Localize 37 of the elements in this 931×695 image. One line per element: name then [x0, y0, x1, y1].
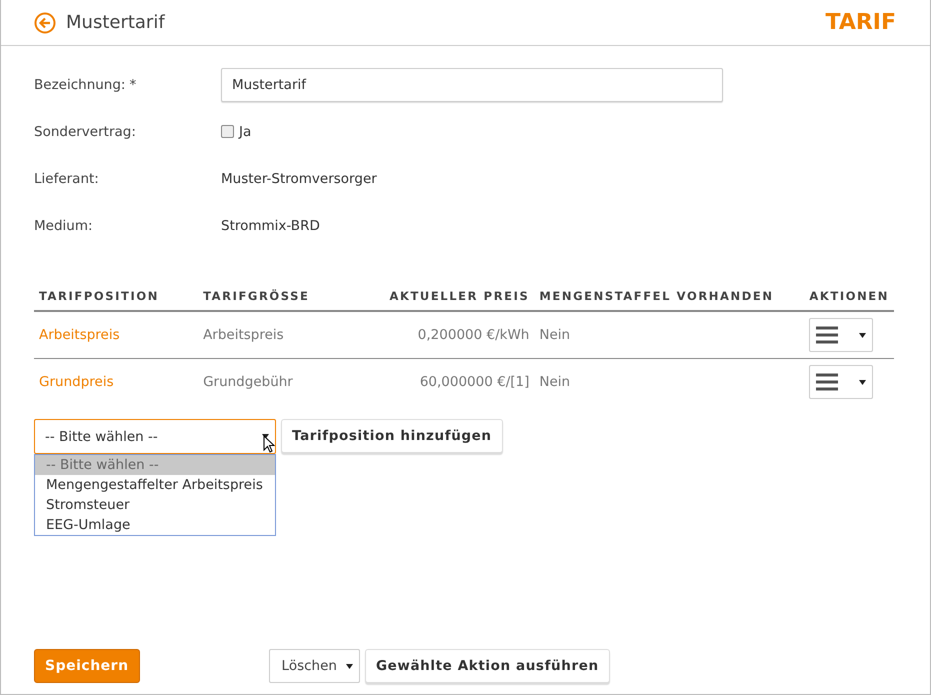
column-header: MENGENSTAFFEL VORHANDEN	[534, 289, 804, 311]
table-cell: 0,200000 €/kWh	[345, 311, 534, 358]
field-label: Bezeichnung:	[34, 76, 126, 92]
caret-icon	[859, 332, 866, 338]
checkbox-label[interactable]: Ja	[239, 124, 252, 140]
dropdown-option[interactable]: Mengengestaffelter Arbeitspreis	[35, 475, 275, 495]
table-cell: Grundgebühr	[198, 358, 346, 405]
dropdown-option[interactable]: EEG-Umlage	[35, 515, 275, 535]
caret-icon	[346, 664, 353, 668]
table-cell: Nein	[534, 311, 804, 358]
menu-icon	[816, 326, 838, 344]
field-value: Muster-Stromversorger	[221, 170, 377, 186]
dropdown-option[interactable]: Stromsteuer	[35, 495, 275, 515]
column-header: TARIFPOSITION	[34, 289, 198, 311]
checkbox[interactable]	[221, 125, 234, 138]
page-title: Mustertarif	[66, 12, 166, 33]
add-position-button[interactable]: Tarifposition hinzufügen	[281, 419, 503, 453]
section-label: TARIF	[826, 10, 896, 35]
actions-menu-button[interactable]	[809, 318, 874, 352]
column-header: TARIFGRÖSSE	[198, 289, 346, 311]
position-select[interactable]: -- Bitte wählen --	[34, 419, 276, 454]
menu-icon	[816, 373, 838, 391]
field-label: Medium:	[34, 218, 93, 234]
name-field[interactable]: Mustertarif	[221, 68, 723, 102]
table-cell: Arbeitspreis	[198, 311, 346, 358]
column-header: AKTIONEN	[804, 289, 894, 311]
action-select[interactable]: Löschen	[268, 649, 360, 683]
field-value: Strommix-BRD	[221, 218, 320, 234]
field-label: Lieferant:	[34, 170, 99, 186]
table-cell: 60,000000 €/[1]	[345, 358, 534, 405]
column-header: AKTUELLER PREIS	[345, 289, 534, 311]
actions-menu-button[interactable]	[809, 365, 874, 399]
required-mark: *	[129, 76, 136, 92]
caret-icon	[859, 380, 866, 384]
execute-action-button[interactable]: Gewählte Aktion ausführen	[364, 649, 610, 683]
table-cell: Nein	[534, 358, 804, 405]
field-label: Sondervertrag:	[34, 124, 136, 140]
